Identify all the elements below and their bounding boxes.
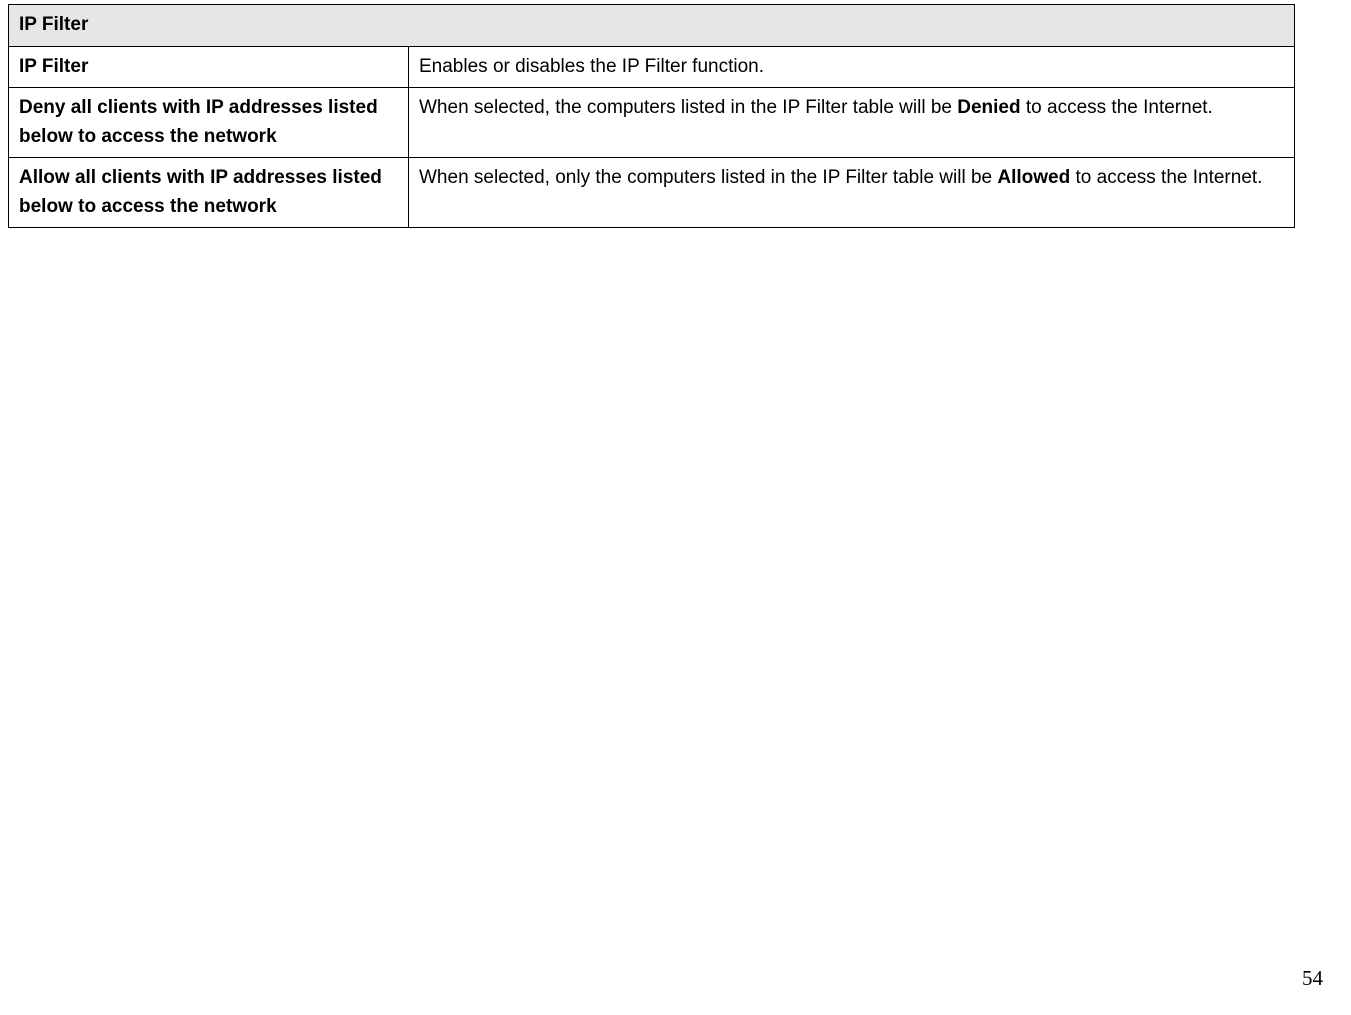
row-label: Deny all clients with IP addresses liste… xyxy=(9,88,409,158)
row-description: When selected, only the computers listed… xyxy=(409,158,1295,228)
row-label: IP Filter xyxy=(9,46,409,88)
table-row: IP Filter Enables or disables the IP Fil… xyxy=(9,46,1295,88)
table-header-row: IP Filter xyxy=(9,5,1295,47)
table-row: Deny all clients with IP addresses liste… xyxy=(9,88,1295,158)
row-description: Enables or disables the IP Filter functi… xyxy=(409,46,1295,88)
table-row: Allow all clients with IP addresses list… xyxy=(9,158,1295,228)
row-label: Allow all clients with IP addresses list… xyxy=(9,158,409,228)
page-number: 54 xyxy=(1302,966,1323,991)
ip-filter-table: IP Filter IP Filter Enables or disables … xyxy=(8,4,1295,228)
table-header: IP Filter xyxy=(9,5,1295,47)
row-description: When selected, the computers listed in t… xyxy=(409,88,1295,158)
